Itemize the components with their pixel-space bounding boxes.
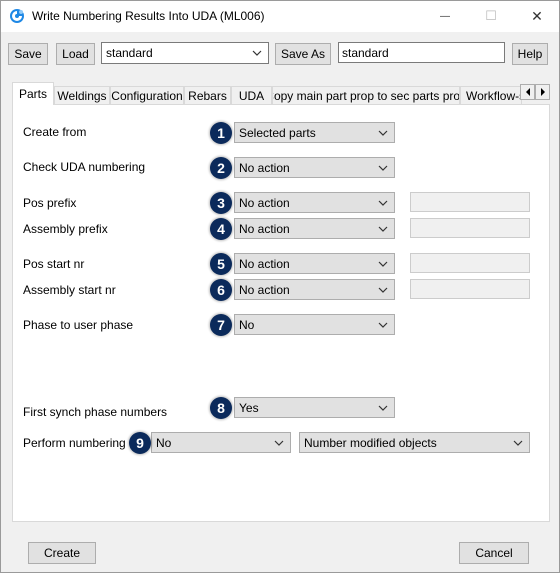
load-button[interactable]: Load — [56, 43, 95, 65]
perform-numbering-select[interactable]: No — [151, 432, 291, 453]
chevron-down-icon — [378, 261, 388, 267]
window-title: Write Numbering Results Into UDA (ML006) — [32, 9, 265, 23]
chevron-down-icon — [378, 130, 388, 136]
assembly-prefix-label: Assembly prefix — [23, 222, 108, 236]
help-button[interactable]: Help — [512, 43, 548, 65]
numbering-scope-value: Number modified objects — [304, 435, 437, 450]
perform-numbering-value: No — [156, 435, 172, 450]
pos-start-nr-input[interactable] — [410, 253, 530, 273]
step-badge-7: 7 — [210, 314, 232, 336]
pos-prefix-value: No action — [239, 195, 290, 210]
save-button[interactable]: Save — [8, 43, 48, 65]
maximize-icon: ☐ — [485, 8, 497, 23]
numbering-scope-select[interactable]: Number modified objects — [299, 432, 530, 453]
chevron-down-icon — [378, 405, 388, 411]
assembly-prefix-input[interactable] — [410, 218, 530, 238]
check-uda-numbering-select[interactable]: No action — [234, 157, 395, 178]
pos-prefix-input[interactable] — [410, 192, 530, 212]
maximize-button[interactable]: ☐ — [468, 0, 514, 32]
pos-start-nr-value: No action — [239, 256, 290, 271]
close-icon: ✕ — [531, 7, 543, 24]
assembly-start-nr-select[interactable]: No action — [234, 279, 395, 300]
step-badge-1: 1 — [210, 122, 232, 144]
create-button[interactable]: Create — [28, 542, 96, 564]
tab-scroll-left-icon — [525, 88, 530, 96]
chevron-down-icon — [252, 50, 262, 56]
assembly-start-nr-input[interactable] — [410, 279, 530, 299]
pos-prefix-label: Pos prefix — [23, 196, 77, 210]
chevron-down-icon — [378, 322, 388, 328]
check-uda-numbering-label: Check UDA numbering — [23, 160, 146, 174]
assembly-start-nr-value: No action — [239, 282, 290, 297]
tab-workflow[interactable]: Workflow-s — [460, 86, 522, 104]
first-synch-phase-numbers-value: Yes — [239, 400, 259, 415]
chevron-down-icon — [274, 440, 284, 446]
step-badge-4: 4 — [210, 218, 232, 240]
chevron-down-icon — [378, 287, 388, 293]
tab-parts[interactable]: Parts — [12, 82, 54, 105]
chevron-down-icon — [378, 200, 388, 206]
chevron-down-icon — [513, 440, 523, 446]
phase-to-user-phase-label: Phase to user phase — [23, 318, 134, 332]
create-from-value: Selected parts — [239, 125, 316, 140]
perform-numbering-label: Perform numbering — [23, 436, 126, 450]
tab-uda[interactable]: UDA — [231, 86, 272, 104]
step-badge-6: 6 — [210, 279, 232, 301]
create-from-select[interactable]: Selected parts — [234, 122, 395, 143]
minimize-icon: — — [440, 10, 450, 22]
cancel-button[interactable]: Cancel — [459, 542, 529, 564]
preset-select[interactable]: standard — [101, 42, 269, 64]
save-as-input[interactable]: standard — [338, 42, 505, 63]
minimize-button[interactable]: — — [422, 0, 468, 32]
step-badge-9: 9 — [129, 432, 151, 454]
check-uda-numbering-value: No action — [239, 160, 290, 175]
tab-scroll-left-button[interactable] — [520, 84, 535, 100]
tab-weldings[interactable]: Weldings — [54, 86, 110, 104]
first-synch-phase-numbers-label: First synch phase numbers — [23, 405, 168, 419]
assembly-start-nr-label: Assembly start nr — [23, 283, 116, 297]
assembly-prefix-select[interactable]: No action — [234, 218, 395, 239]
tab-scroll-right-button[interactable] — [535, 84, 550, 100]
step-badge-8: 8 — [210, 397, 232, 419]
save-as-button[interactable]: Save As — [275, 43, 331, 65]
step-badge-2: 2 — [210, 157, 232, 179]
tab-scroll-right-icon — [540, 88, 545, 96]
tab-rebars[interactable]: Rebars — [184, 86, 231, 104]
create-from-label: Create from — [23, 125, 87, 139]
assembly-prefix-value: No action — [239, 221, 290, 236]
app-icon — [10, 9, 24, 23]
first-synch-phase-numbers-select[interactable]: Yes — [234, 397, 395, 418]
step-badge-5: 5 — [210, 253, 232, 275]
pos-prefix-select[interactable]: No action — [234, 192, 395, 213]
chevron-down-icon — [378, 226, 388, 232]
chevron-down-icon — [378, 165, 388, 171]
phase-to-user-phase-select[interactable]: No — [234, 314, 395, 335]
tab-configuration[interactable]: Configuration — [110, 86, 184, 104]
pos-start-nr-select[interactable]: No action — [234, 253, 395, 274]
phase-to-user-phase-value: No — [239, 317, 255, 332]
preset-select-value: standard — [106, 46, 153, 60]
step-badge-3: 3 — [210, 192, 232, 214]
close-button[interactable]: ✕ — [514, 0, 560, 32]
tab-copy-main-part-prop[interactable]: Copy main part prop to sec parts prop — [272, 86, 460, 104]
pos-start-nr-label: Pos start nr — [23, 257, 85, 271]
